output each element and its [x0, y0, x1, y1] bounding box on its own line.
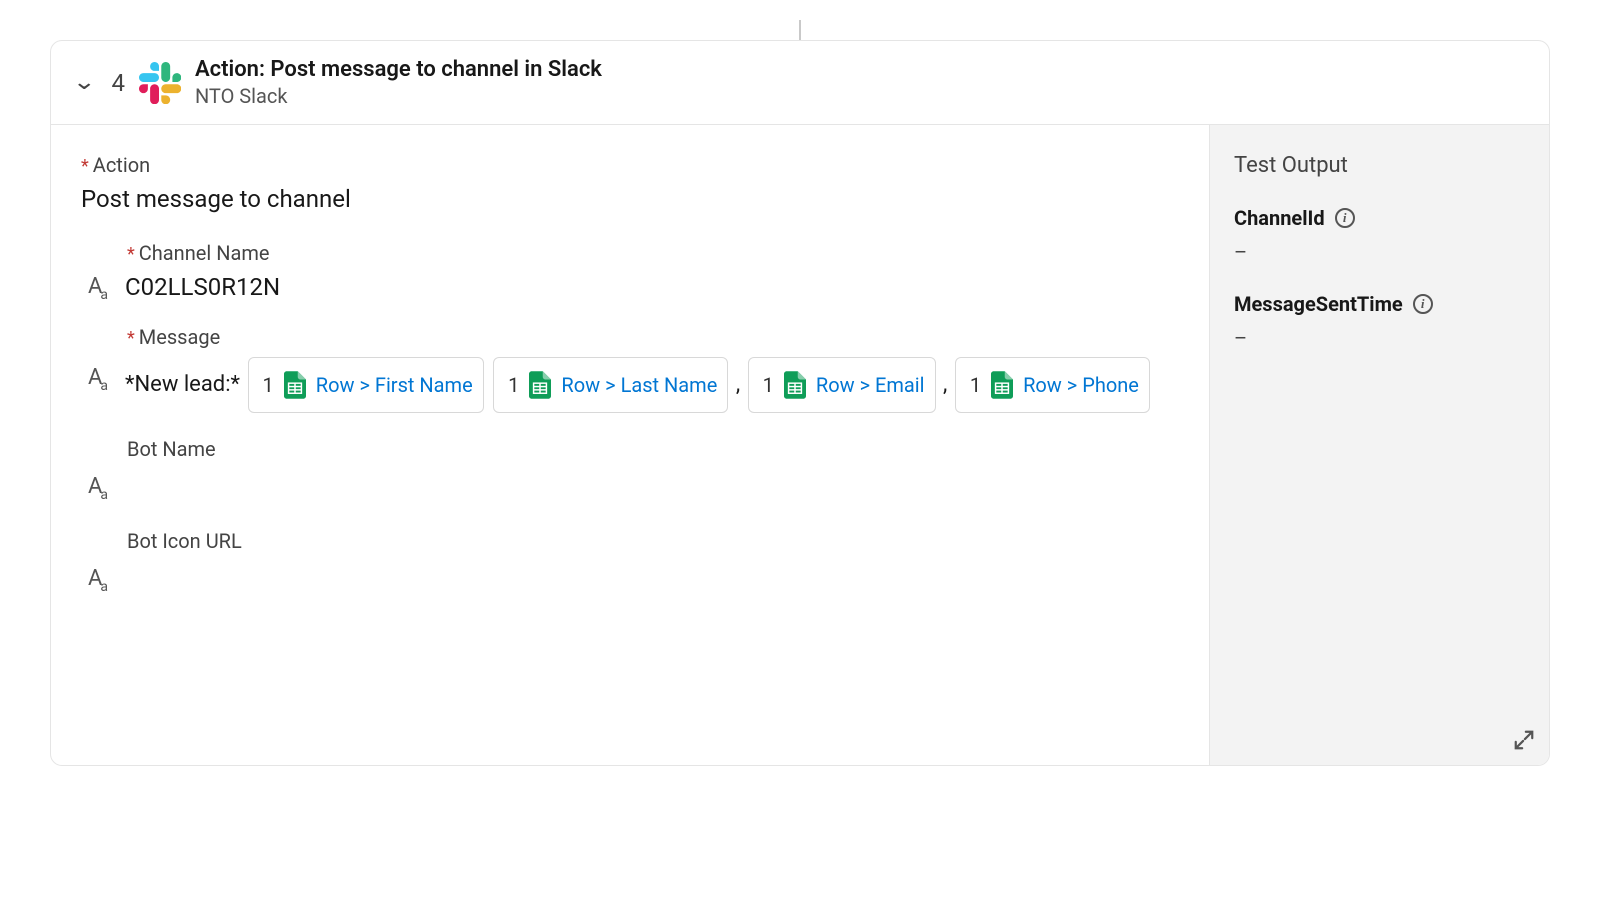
form-area: Action Post message to channel Channel N…	[51, 125, 1209, 765]
bot-name-input[interactable]	[125, 469, 1179, 505]
bot-icon-url-label: Bot Icon URL	[127, 529, 1179, 553]
variable-pill-first-name[interactable]: 1 Row > First Name	[248, 357, 484, 413]
test-output-panel: Test Output ChannelId i – MessageSentTim…	[1209, 125, 1549, 765]
message-label: Message	[127, 325, 1179, 349]
text-type-icon: Aa	[81, 276, 113, 298]
slack-icon	[139, 62, 181, 104]
pill-label: Row > Phone	[1023, 362, 1139, 408]
pill-label: Row > Email	[816, 362, 925, 408]
step-number: 4	[111, 69, 125, 97]
google-sheets-icon	[991, 371, 1013, 399]
action-card: ⌄ 4 Action: Post message to channel in S…	[50, 40, 1550, 766]
info-icon[interactable]: i	[1335, 208, 1355, 228]
pill-label: Row > First Name	[316, 362, 473, 408]
output-field-label: MessageSentTime	[1234, 292, 1403, 316]
output-field-value: –	[1234, 326, 1525, 350]
variable-pill-email[interactable]: 1 Row > Email	[748, 357, 936, 413]
message-separator: ,	[736, 372, 740, 397]
pill-step-number: 1	[970, 362, 981, 408]
google-sheets-icon	[284, 371, 306, 399]
channel-name-input[interactable]: C02LLS0R12N	[125, 273, 1179, 301]
pill-label: Row > Last Name	[561, 362, 717, 408]
expand-icon[interactable]	[1513, 729, 1535, 751]
test-output-title: Test Output	[1234, 153, 1525, 178]
pill-step-number: 1	[763, 362, 774, 408]
output-field-label: ChannelId	[1234, 206, 1325, 230]
bot-icon-url-input[interactable]	[125, 561, 1179, 597]
info-icon[interactable]: i	[1413, 294, 1433, 314]
text-type-icon: Aa	[81, 568, 113, 590]
text-type-icon: Aa	[81, 476, 113, 498]
channel-name-label: Channel Name	[127, 241, 1179, 265]
message-input[interactable]: *New lead:* 1 Row > First Name 1 Row > L…	[125, 357, 1179, 413]
google-sheets-icon	[529, 371, 551, 399]
text-type-icon: Aa	[81, 357, 113, 389]
output-field-value: –	[1234, 240, 1525, 264]
google-sheets-icon	[784, 371, 806, 399]
variable-pill-last-name[interactable]: 1 Row > Last Name	[493, 357, 728, 413]
card-header: ⌄ 4 Action: Post message to channel in S…	[51, 41, 1549, 125]
bot-name-label: Bot Name	[127, 437, 1179, 461]
variable-pill-phone[interactable]: 1 Row > Phone	[955, 357, 1150, 413]
message-text-prefix: *New lead:*	[125, 372, 240, 397]
chevron-down-icon[interactable]: ⌄	[72, 72, 96, 94]
message-separator: ,	[943, 372, 947, 397]
pill-step-number: 1	[263, 362, 274, 408]
action-title: Action: Post message to channel in Slack	[195, 57, 602, 82]
action-value: Post message to channel	[81, 185, 1179, 213]
action-subtitle: NTO Slack	[195, 84, 602, 108]
action-label: Action	[81, 153, 1179, 177]
pill-step-number: 1	[508, 362, 519, 408]
flow-connector	[799, 20, 801, 40]
